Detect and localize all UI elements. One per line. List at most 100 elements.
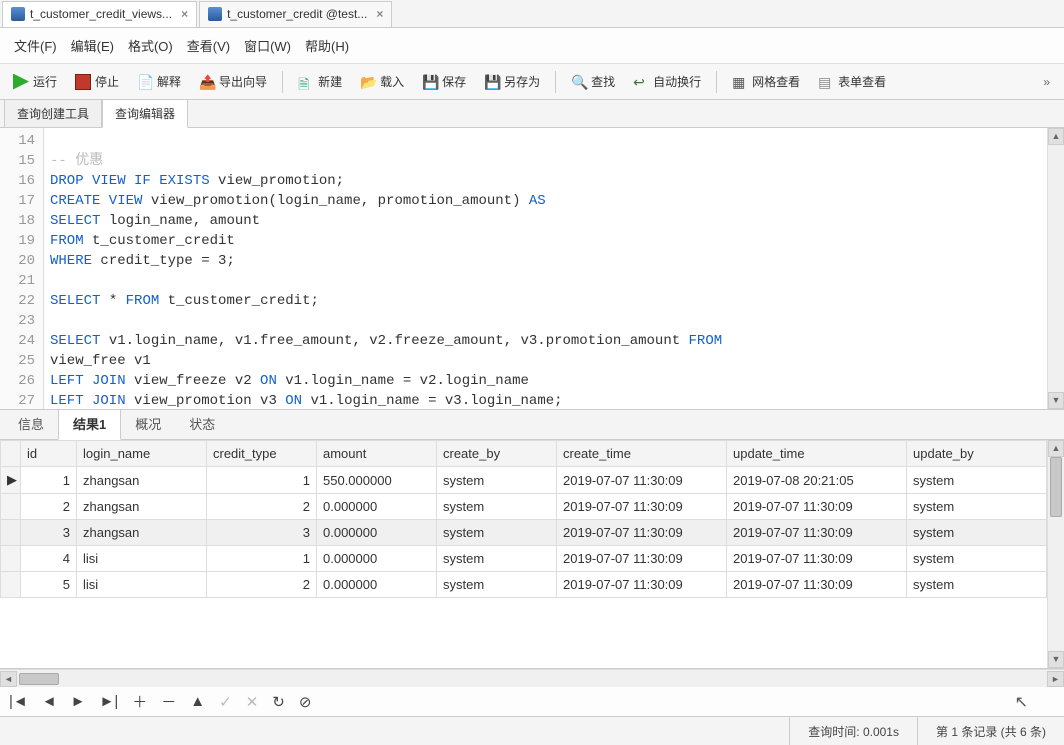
cell-credit-type[interactable]: 1: [207, 546, 317, 572]
menu-window[interactable]: 窗口(W): [244, 36, 291, 55]
menu-view[interactable]: 查看(V): [187, 36, 230, 55]
editor-vertical-scrollbar[interactable]: ▲ ▼: [1047, 128, 1064, 409]
save-button[interactable]: 保存: [415, 68, 473, 95]
cell-update-by[interactable]: system: [907, 467, 1047, 494]
column-header[interactable]: update_by: [907, 441, 1047, 467]
cell-credit-type[interactable]: 2: [207, 572, 317, 598]
nav-first[interactable]: |◄: [6, 693, 31, 710]
result-grid[interactable]: idlogin_namecredit_typeamountcreate_bycr…: [0, 440, 1047, 598]
cell-amount[interactable]: 0.000000: [317, 572, 437, 598]
sql-editor[interactable]: 14 15 16 17 18 19 20 21 22 23 24 25 26 2…: [0, 128, 1064, 410]
cell-create-time[interactable]: 2019-07-07 11:30:09: [557, 520, 727, 546]
grid-vertical-scrollbar[interactable]: ▲ ▼: [1047, 440, 1064, 668]
cell-amount[interactable]: 0.000000: [317, 520, 437, 546]
scroll-track[interactable]: [1048, 145, 1064, 392]
scroll-thumb[interactable]: [19, 673, 59, 685]
nav-up[interactable]: ▲: [187, 693, 208, 710]
new-button[interactable]: 新建: [291, 68, 349, 95]
table-row[interactable]: 4lisi10.000000system2019-07-07 11:30:092…: [1, 546, 1047, 572]
menu-format[interactable]: 格式(O): [128, 36, 173, 55]
column-header[interactable]: amount: [317, 441, 437, 467]
menu-file[interactable]: 文件(F): [14, 36, 57, 55]
stop-button[interactable]: 停止: [68, 68, 126, 95]
table-row[interactable]: ▶1zhangsan1550.000000system2019-07-07 11…: [1, 467, 1047, 494]
cell-update-time[interactable]: 2019-07-07 11:30:09: [727, 494, 907, 520]
export-button[interactable]: 导出向导: [192, 68, 274, 95]
scroll-thumb[interactable]: [1050, 457, 1062, 517]
cell-amount[interactable]: 550.000000: [317, 467, 437, 494]
wrap-button[interactable]: 自动换行: [626, 68, 708, 95]
tab-info[interactable]: 信息: [4, 408, 58, 439]
nav-last[interactable]: ►|: [96, 693, 121, 710]
nav-prev[interactable]: ◄: [39, 693, 60, 710]
scroll-up-arrow[interactable]: ▲: [1048, 128, 1064, 145]
gridview-button[interactable]: 网格查看: [725, 68, 807, 95]
cell-create-by[interactable]: system: [437, 467, 557, 494]
cell-id[interactable]: 4: [21, 546, 77, 572]
cell-id[interactable]: 1: [21, 467, 77, 494]
grid-horizontal-scrollbar[interactable]: ◄ ►: [0, 669, 1064, 687]
nav-delete[interactable]: －: [158, 691, 179, 712]
cell-id[interactable]: 2: [21, 494, 77, 520]
tab-query-builder[interactable]: 查询创建工具: [4, 99, 102, 127]
cell-login-name[interactable]: lisi: [77, 546, 207, 572]
table-row[interactable]: 2zhangsan20.000000system2019-07-07 11:30…: [1, 494, 1047, 520]
scroll-right-arrow[interactable]: ►: [1047, 671, 1064, 687]
document-tab-2[interactable]: t_customer_credit @test... ×: [199, 1, 392, 27]
cell-create-by[interactable]: system: [437, 546, 557, 572]
cell-update-time[interactable]: 2019-07-07 11:30:09: [727, 520, 907, 546]
cell-login-name[interactable]: lisi: [77, 572, 207, 598]
find-button[interactable]: 查找: [564, 68, 622, 95]
cell-create-by[interactable]: system: [437, 494, 557, 520]
cell-update-by[interactable]: system: [907, 494, 1047, 520]
column-header[interactable]: create_by: [437, 441, 557, 467]
close-icon[interactable]: ×: [376, 7, 383, 21]
cell-login-name[interactable]: zhangsan: [77, 467, 207, 494]
cell-create-time[interactable]: 2019-07-07 11:30:09: [557, 494, 727, 520]
cell-amount[interactable]: 0.000000: [317, 494, 437, 520]
cell-create-by[interactable]: system: [437, 520, 557, 546]
cell-login-name[interactable]: zhangsan: [77, 520, 207, 546]
table-row[interactable]: 5lisi20.000000system2019-07-07 11:30:092…: [1, 572, 1047, 598]
run-button[interactable]: 运行: [6, 68, 64, 95]
menu-edit[interactable]: 编辑(E): [71, 36, 114, 55]
document-tab-1[interactable]: t_customer_credit_views... ×: [2, 1, 197, 27]
tab-query-editor[interactable]: 查询编辑器: [102, 99, 188, 128]
close-icon[interactable]: ×: [181, 7, 188, 21]
column-header[interactable]: credit_type: [207, 441, 317, 467]
cell-id[interactable]: 3: [21, 520, 77, 546]
formview-button[interactable]: 表单查看: [811, 68, 893, 95]
cell-update-time[interactable]: 2019-07-07 11:30:09: [727, 572, 907, 598]
cell-credit-type[interactable]: 3: [207, 520, 317, 546]
tab-result1[interactable]: 结果1: [58, 407, 121, 440]
sql-code-area[interactable]: -- 优惠 DROP VIEW IF EXISTS view_promotion…: [44, 128, 1064, 409]
column-header[interactable]: login_name: [77, 441, 207, 467]
tab-profile[interactable]: 概况: [121, 408, 175, 439]
column-header[interactable]: id: [21, 441, 77, 467]
cell-update-time[interactable]: 2019-07-08 20:21:05: [727, 467, 907, 494]
cell-create-time[interactable]: 2019-07-07 11:30:09: [557, 546, 727, 572]
cell-credit-type[interactable]: 1: [207, 467, 317, 494]
interpret-button[interactable]: 解释: [130, 68, 188, 95]
cell-login-name[interactable]: zhangsan: [77, 494, 207, 520]
toolbar-overflow[interactable]: »: [1043, 75, 1058, 89]
nav-apply[interactable]: ✓: [216, 693, 235, 711]
table-row[interactable]: 3zhangsan30.000000system2019-07-07 11:30…: [1, 520, 1047, 546]
cell-id[interactable]: 5: [21, 572, 77, 598]
scroll-up-arrow[interactable]: ▲: [1048, 440, 1064, 457]
cell-update-by[interactable]: system: [907, 520, 1047, 546]
menu-help[interactable]: 帮助(H): [305, 36, 349, 55]
column-header[interactable]: update_time: [727, 441, 907, 467]
nav-refresh[interactable]: ↻: [269, 693, 288, 711]
cell-update-by[interactable]: system: [907, 572, 1047, 598]
cell-create-time[interactable]: 2019-07-07 11:30:09: [557, 467, 727, 494]
saveas-button[interactable]: 另存为: [477, 68, 547, 95]
cell-create-by[interactable]: system: [437, 572, 557, 598]
load-button[interactable]: 载入: [353, 68, 411, 95]
cell-update-time[interactable]: 2019-07-07 11:30:09: [727, 546, 907, 572]
cell-update-by[interactable]: system: [907, 546, 1047, 572]
scroll-down-arrow[interactable]: ▼: [1048, 651, 1064, 668]
cell-create-time[interactable]: 2019-07-07 11:30:09: [557, 572, 727, 598]
nav-next[interactable]: ►: [68, 693, 89, 710]
cell-amount[interactable]: 0.000000: [317, 546, 437, 572]
